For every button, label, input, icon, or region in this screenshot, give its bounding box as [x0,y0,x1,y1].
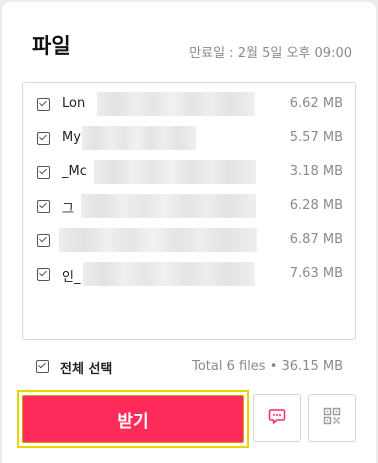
redacted-filename [94,160,256,184]
file-checkbox[interactable] [37,234,50,247]
expiry-date: 만료일 : 2월 5일 오후 09:00 [189,46,352,61]
file-size: 5.57 MB [289,130,343,145]
file-checkbox[interactable] [37,98,50,111]
redacted-filename [59,228,257,252]
chat-button[interactable] [253,394,301,442]
redacted-filename [97,92,255,116]
file-name: Lon [62,96,86,111]
file-checkbox[interactable] [37,132,50,145]
select-all-label[interactable]: 전체 선택 [60,358,112,377]
file-size: 6.62 MB [289,96,343,111]
panel-title: 파일 [32,34,71,58]
file-size: 3.18 MB [289,164,343,179]
qr-code-icon [323,407,341,429]
file-size: 6.87 MB [289,232,343,247]
redacted-filename [83,262,255,286]
total-summary: Total 6 files • 36.15 MB [192,359,343,374]
file-checkbox[interactable] [37,200,50,213]
file-row[interactable]: 6.87 MB [37,228,343,252]
file-checkbox[interactable] [37,166,50,179]
chat-icon [268,407,286,429]
qr-code-button[interactable] [308,394,356,442]
file-name: 인_ [62,270,81,285]
file-row[interactable]: My 5.57 MB [37,126,343,150]
file-name: _Mc [62,164,87,179]
redacted-filename [81,194,256,218]
file-list[interactable]: Lon 6.62 MB My 5.57 MB _Mc 3.18 MB 그 6.2… [22,82,356,340]
download-button[interactable]: 받기 [22,395,244,443]
select-all-checkbox[interactable] [36,360,49,373]
file-row[interactable]: 인_ 7.63 MB [37,262,343,286]
file-row[interactable]: _Mc 3.18 MB [37,160,343,184]
file-name: My [62,130,81,145]
redacted-filename [82,126,196,150]
file-checkbox[interactable] [37,268,50,281]
file-name: 그 [62,202,74,217]
file-size: 6.28 MB [289,198,343,213]
file-row[interactable]: 그 6.28 MB [37,194,343,218]
file-row[interactable]: Lon 6.62 MB [37,92,343,116]
file-size: 7.63 MB [289,266,343,281]
